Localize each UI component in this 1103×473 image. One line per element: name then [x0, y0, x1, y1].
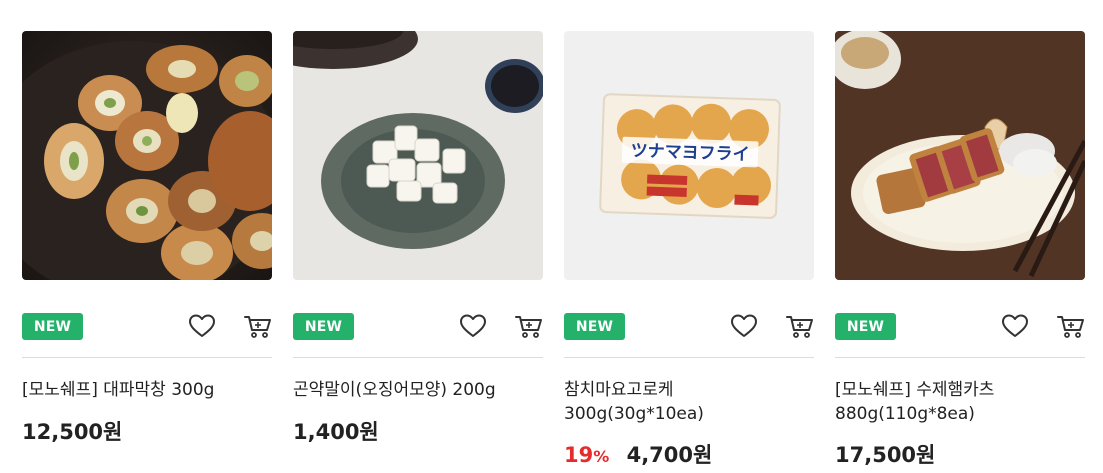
- new-badge: NEW: [564, 313, 625, 340]
- product-card[interactable]: NEW 곤약말이(오징어모양) 200g 1,400원: [293, 31, 543, 444]
- product-name[interactable]: 참치마요고로케 300g(30g*10ea): [564, 378, 714, 426]
- product-image[interactable]: [835, 31, 1085, 280]
- new-badge: NEW: [22, 313, 83, 340]
- product-price: 1,400원: [293, 420, 379, 444]
- divider: [22, 357, 272, 358]
- product-image[interactable]: [293, 31, 543, 280]
- wishlist-button[interactable]: [188, 313, 216, 340]
- product-image[interactable]: [22, 31, 272, 280]
- divider: [835, 357, 1085, 358]
- cart-icon: [244, 316, 271, 338]
- cart-icon: [1057, 316, 1084, 338]
- add-to-cart-button[interactable]: [1057, 313, 1085, 340]
- package-label: ツナマヨフライ: [630, 141, 750, 165]
- cart-icon: [515, 316, 542, 338]
- product-price-row: 19% 4,700원: [564, 439, 712, 469]
- product-image[interactable]: ツナマヨフライ: [564, 31, 814, 280]
- new-badge: NEW: [835, 313, 896, 340]
- product-card[interactable]: NEW [모노쉐프] 대파막창 300g 12,500원: [22, 31, 272, 444]
- product-name[interactable]: 곤약말이(오징어모양) 200g: [293, 378, 543, 402]
- divider: [564, 357, 814, 358]
- discount-value: 19: [564, 443, 594, 467]
- heart-icon: [1002, 314, 1028, 337]
- wishlist-button[interactable]: [730, 313, 758, 340]
- product-name[interactable]: [모노쉐프] 대파막창 300g: [22, 378, 272, 402]
- product-price: 17,500원: [835, 443, 936, 467]
- heart-icon: [189, 314, 215, 337]
- wishlist-button[interactable]: [1001, 313, 1029, 340]
- heart-icon: [460, 314, 486, 337]
- discount-unit: %: [593, 447, 610, 466]
- add-to-cart-button[interactable]: [786, 313, 814, 340]
- cart-icon: [786, 316, 813, 338]
- product-price: 4,700원: [626, 443, 713, 467]
- discount-rate: 19%: [564, 443, 609, 467]
- product-name[interactable]: [모노쉐프] 수제햄카츠 880g(110g*8ea): [835, 378, 1025, 426]
- product-card[interactable]: ツナマヨフライ NEW 참치마요고로케 300g(30g*10ea) 19% 4…: [564, 31, 814, 467]
- add-to-cart-button[interactable]: [515, 313, 543, 340]
- divider: [293, 357, 543, 358]
- add-to-cart-button[interactable]: [244, 313, 272, 340]
- new-badge: NEW: [293, 313, 354, 340]
- product-card[interactable]: NEW [모노쉐프] 수제햄카츠 880g(110g*8ea) 17,500원: [835, 31, 1085, 467]
- wishlist-button[interactable]: [459, 313, 487, 340]
- product-price: 12,500원: [22, 420, 123, 444]
- heart-icon: [731, 314, 757, 337]
